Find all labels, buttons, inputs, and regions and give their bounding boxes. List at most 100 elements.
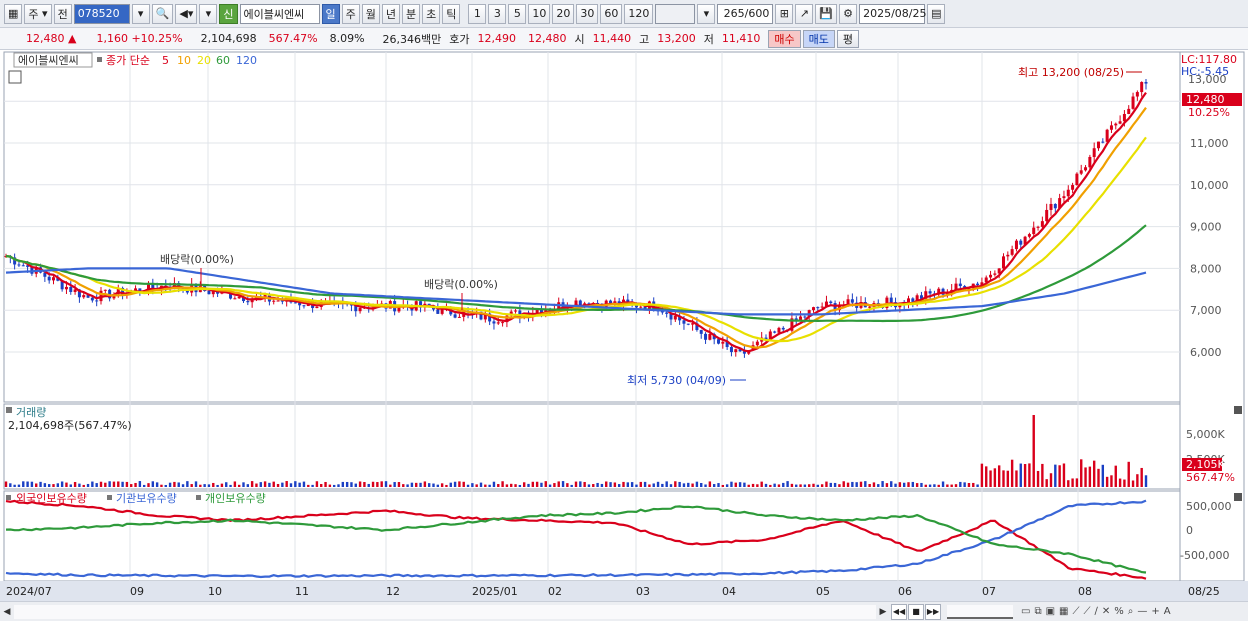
candle-body <box>889 297 893 303</box>
volume-bar <box>777 484 781 487</box>
gear-icon[interactable]: ⚙ <box>839 3 858 24</box>
volume-bar <box>1019 463 1022 487</box>
chart-svg[interactable]: 에이블씨엔씨 종가 단순 5 10 20 60 120 LC:117.80 HC… <box>0 50 1248 601</box>
candle-body <box>1014 240 1018 250</box>
volume-bar <box>220 483 224 487</box>
search-icon[interactable]: 🔍 <box>151 3 174 24</box>
scroll-track[interactable] <box>14 604 876 619</box>
tab-tick[interactable]: 틱 <box>442 3 461 24</box>
candle-body <box>1036 226 1040 228</box>
volume-bar <box>397 482 401 487</box>
draw-tool-icon[interactable]: ↗ <box>795 3 814 24</box>
split-icon[interactable]: ⧉ <box>1034 606 1041 617</box>
window-icon[interactable]: ▣ <box>1046 606 1055 617</box>
date-input[interactable]: 2025/08/25 <box>859 3 926 24</box>
tab-yearly[interactable]: 년 <box>381 3 400 24</box>
candle-body <box>1109 125 1113 130</box>
volume-bar <box>1118 478 1122 487</box>
holding-legend-marker-1 <box>6 495 11 500</box>
tab-daily[interactable]: 일 <box>321 3 340 24</box>
tab-second[interactable]: 초 <box>422 3 441 24</box>
tab-minute[interactable]: 분 <box>402 3 421 24</box>
zoom-out-icon[interactable]: — <box>1137 606 1147 617</box>
candle-body <box>820 306 824 308</box>
candle-body <box>1006 254 1010 257</box>
chart-menu-icon[interactable]: ▦ <box>4 3 23 24</box>
candle-body <box>993 273 997 275</box>
chart-area[interactable]: 에이블씨엔씨 종가 단순 5 10 20 60 120 LC:117.80 HC… <box>0 50 1248 601</box>
tab-monthly[interactable]: 월 <box>361 3 380 24</box>
volume-bar <box>52 484 55 487</box>
tab-weekly[interactable]: 주 <box>341 3 360 24</box>
sell-button[interactable]: 매도 <box>802 29 835 48</box>
volume-bar <box>928 484 932 487</box>
layout-icon[interactable]: ▭ <box>1021 606 1030 617</box>
play-back-icon[interactable]: ◀◀ <box>891 603 907 620</box>
interval-3[interactable]: 3 <box>488 3 507 24</box>
candle-body <box>665 312 669 314</box>
stock-name-field: 에이블씨엔씨 <box>239 3 320 24</box>
volume-bar <box>237 484 241 487</box>
volume-bar <box>415 482 418 487</box>
x-axis-band <box>0 581 1248 601</box>
text-icon[interactable]: A <box>1164 606 1171 617</box>
volume-ratio: 567.47% <box>268 32 318 45</box>
volume-bar <box>151 481 155 487</box>
avg-button[interactable]: 평 <box>836 29 860 48</box>
interval-dropdown-icon[interactable]: ▾ <box>697 3 716 24</box>
stop-icon[interactable]: ■ <box>908 603 924 620</box>
buy-button[interactable]: 매수 <box>768 29 801 48</box>
line-icon[interactable]: ∕ <box>1095 606 1098 617</box>
volume-bar <box>915 483 919 487</box>
interval-5[interactable]: 5 <box>508 3 527 24</box>
volume-bar <box>579 481 582 487</box>
speaker-icon[interactable]: ◀▾ <box>175 3 198 24</box>
arrow-icon[interactable]: ▾ <box>199 3 218 24</box>
period-week-select[interactable]: 주 ▾ <box>24 3 52 24</box>
volume-bar <box>531 481 535 487</box>
interval-60[interactable]: 60 <box>600 3 623 24</box>
cross-icon[interactable]: ✕ <box>1102 606 1110 617</box>
grid-icon[interactable]: ▦ <box>1059 606 1068 617</box>
code-dropdown-icon[interactable]: ▾ <box>131 3 150 24</box>
interval-120[interactable]: 120 <box>624 3 654 24</box>
table-view-icon[interactable] <box>8 70 22 84</box>
chart-scrollbar[interactable]: ◀ ▶ ◀◀ ■ ▶▶ ▭ ⧉ ▣ ▦ ⟋ ⟋ ∕ ✕ % ⌕ — + A <box>0 601 1248 621</box>
percent-icon[interactable]: % <box>1114 606 1124 617</box>
volume-bar <box>142 484 146 487</box>
interval-20[interactable]: 20 <box>552 3 575 24</box>
candle-body <box>1053 203 1057 209</box>
zoom-in-icon[interactable]: + <box>1151 606 1159 617</box>
data-count-field[interactable]: 265/600 <box>717 3 774 24</box>
price-y-tick: 8,000 <box>1190 262 1222 275</box>
interval-1[interactable]: 1 <box>468 3 487 24</box>
trend2-icon[interactable]: ⟋ <box>1084 606 1091 617</box>
candle-body <box>1079 170 1083 174</box>
interval-30[interactable]: 30 <box>576 3 599 24</box>
jeon-button[interactable]: 전 <box>53 3 72 24</box>
zoom-slider[interactable] <box>947 604 1013 619</box>
search-icon[interactable]: ⌕ <box>1128 606 1134 617</box>
volume-bar <box>389 484 392 487</box>
crosshair-icon[interactable]: ⊞ <box>775 3 794 24</box>
volume-panel-close-icon[interactable] <box>1234 406 1242 414</box>
x-tick-05: 05 <box>816 585 830 598</box>
candle-body <box>1092 148 1096 157</box>
interval-custom-input[interactable] <box>655 3 696 24</box>
play-forward-icon[interactable]: ▶▶ <box>925 603 941 620</box>
volume-bar <box>946 484 949 487</box>
volume-bar <box>894 483 897 487</box>
save-icon[interactable]: 💾 <box>815 3 838 24</box>
trend-icon[interactable]: ⟋ <box>1073 606 1080 617</box>
volume-bar <box>307 484 310 487</box>
holding-panel-close-icon[interactable] <box>1234 493 1242 501</box>
interval-10[interactable]: 10 <box>528 3 551 24</box>
calendar-icon[interactable]: ▤ <box>927 3 946 24</box>
volume-bar <box>540 482 543 487</box>
hoga-label: 호가 <box>449 32 470 46</box>
scroll-right-icon[interactable]: ▶ <box>876 605 890 619</box>
stock-code-input[interactable]: 078520 <box>73 3 130 24</box>
volume-bar <box>402 484 405 487</box>
x-tick-12: 12 <box>386 585 400 598</box>
scroll-left-icon[interactable]: ◀ <box>0 605 14 619</box>
